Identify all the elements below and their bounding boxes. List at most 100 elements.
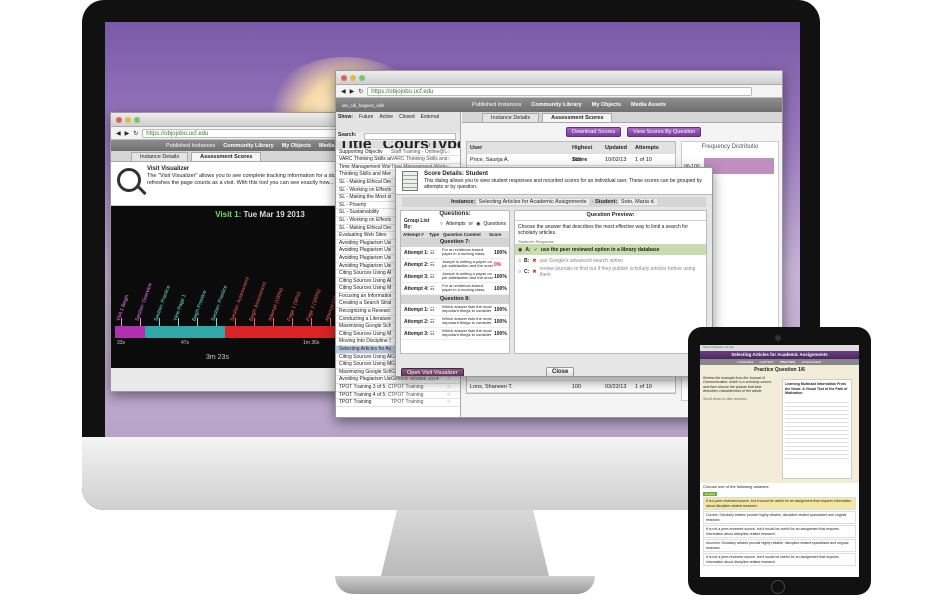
event-label: Section: Assessment [229,276,251,322]
close-icon[interactable] [116,117,122,123]
nav-community[interactable]: Community Library [531,102,581,108]
radio-attempts[interactable]: ○ [440,221,443,227]
magnifier-icon [117,168,141,192]
nav-media[interactable]: Media Assets [631,102,666,108]
nav-community[interactable]: Community Library [223,143,273,149]
filter-external[interactable]: External [421,114,439,130]
back-icon[interactable]: ◀ [341,88,346,95]
nav-published[interactable]: Published Instances [166,143,215,149]
time-overview: 33s [117,340,126,346]
questions-columns: Attempt # Type Question Content Score [401,231,509,238]
list-item[interactable]: Supporting Objectiv Staff Training - Onli… [336,149,460,157]
question-group-header: Question 7: [401,238,509,247]
download-scores-button[interactable]: Download Scores [566,127,622,137]
minimize-icon[interactable] [125,117,131,123]
forward-icon[interactable]: ▶ [350,88,355,95]
open-visualizer-wrap: Open Visit Visualizer [401,361,464,376]
maximize-icon[interactable] [134,117,140,123]
filter-future[interactable]: Future [359,114,373,130]
type-icon: ○ [447,384,451,390]
tab-assessment-scores[interactable]: Assessment Scores [542,113,613,122]
nav-my-objects[interactable]: My Objects [592,102,621,108]
list-item[interactable]: TPOT Training TPOT Training ○ [336,399,460,407]
close-icon[interactable] [341,75,347,81]
answer-choice: ◉ A: ✔ use the peer reviewed option in a li… [515,244,706,255]
tab-instance-details[interactable]: Instance Details [131,152,189,161]
tablet-correct-tag: Correct [703,491,717,496]
reload-icon[interactable]: ↻ [358,88,363,95]
tab-instance-details[interactable]: Instance Details [482,113,540,122]
tablet-answer[interactable]: Incorrect: Scholarly articles provide hi… [703,539,856,552]
tablet-answer[interactable]: Correct: Scholarly articles provide high… [703,511,856,524]
question-type-icon: ☷ [430,249,435,256]
tablet-article-title: Learning Multicast Information From the … [785,382,848,395]
minimize-icon[interactable] [350,75,356,81]
segment-overview [115,326,145,338]
list-item[interactable]: TPOT Training 4 of 5: ChuTPOT Training○ [336,392,460,400]
answer-choice: ○ B: ✖ use Google's advanced search option [518,257,624,264]
tablet-answer[interactable]: It is not a peer-reviewed source, but it… [703,553,856,566]
answer-list: ◉ A: ✔ use the peer reviewed option in a li… [515,244,706,278]
reload-icon[interactable]: ↻ [133,130,138,137]
attempt-row[interactable]: Attempt 2: ☷ Joseph is writing a paper on … [401,259,509,271]
dialog-description: This dialog allows you to view student r… [424,177,702,191]
event-tick [292,318,293,326]
main-nav: ian_cdi_furgeon_edit Published Instances… [336,98,782,112]
list-item[interactable]: Avoiding Plagiarism UsingGeneric Module … [336,376,460,384]
tablet-instructions: Review the example from the Journal of C… [703,375,772,394]
tablet-answer[interactable]: It is a peer-reviewed source, but it wou… [703,497,856,510]
tablet-question-title: Practice Question 1/6 [754,367,805,373]
scores-header: User Highest Score Updated Attempts [467,142,675,163]
forward-icon[interactable]: ▶ [125,130,130,137]
event-tick [121,318,122,326]
attempt-row[interactable]: Attempt 4: ☷ For an evidence-based paper i… [401,283,509,295]
tablet-home-button[interactable] [771,580,785,594]
event-tick [140,318,141,326]
open-visit-visualizer-button[interactable]: Open Visit Visualizer [401,368,464,376]
tablet-question-area: Practice Question 1/6 Review the example… [700,365,859,483]
detail-tabs: Instance Details Assessment Scores [462,112,782,123]
event-tick [216,318,217,326]
segment-practice [145,326,225,338]
maximize-icon[interactable] [359,75,365,81]
list-item[interactable]: TPOT Training 3 of 5: ChuTPOT Training○ [336,384,460,392]
question-groups: Question 7: Attempt 1: ☷ For an evidence-ba… [401,238,509,340]
url-field[interactable]: https://objojobo.ucf.edu [367,86,752,96]
radio-questions[interactable]: ◉ [476,221,480,227]
cross-icon: ✖ [532,257,537,264]
attempt-row[interactable]: Attempt 3: ☷ Joseph is writing a paper on … [401,271,509,283]
score-details-dialog: Score Details: Student This dialog allow… [395,167,713,377]
view-by-question-button[interactable]: View Scores By Question [627,127,702,137]
tablet-answer[interactable]: It is not a peer-reviewed source, but it… [703,525,856,538]
tablet-article-text [785,398,849,459]
event-label: Page 2 (100%) [305,288,323,322]
event-label: Section: Overview [134,282,154,322]
tab-assessment-scores[interactable]: Assessment Scores [191,152,262,161]
event-tick [311,318,312,326]
filter-active[interactable]: Active [379,114,393,130]
show-filters: Show: Future Active Closed External [336,112,460,132]
attempt-row[interactable]: Attempt 1: ☷ For an evidence-based paper i… [401,247,509,259]
attempt-row[interactable]: Attempt 3: ☷ Which answer lists the most i… [401,328,509,340]
table-row[interactable]: Lons, Shaneen T. 100 03/22/13 1 of 10 [467,381,675,393]
instance-value: Selecting Articles for Academic Assignme… [476,199,589,205]
filter-closed[interactable]: Closed [399,114,415,130]
scoresheet-icon [402,171,418,191]
question-type-icon: ☷ [430,330,435,337]
title-bar [336,71,782,85]
close-button[interactable]: Close [546,367,575,376]
show-label: Show: [338,114,353,120]
question-type-icon: ☷ [430,261,435,268]
search-input[interactable] [364,133,456,140]
nav-my-objects[interactable]: My Objects [282,143,311,149]
group-by: Group List By: ○ Attempts or ◉ Questions [404,218,506,230]
table-row[interactable]: Price, Saunja A. 100 10/02/13 1 of 10 [467,154,675,166]
attempt-row[interactable]: Attempt 2: ☷ Which answer lists the most i… [401,316,509,328]
back-icon[interactable]: ◀ [116,130,121,137]
list-item[interactable]: VARC Thinking Skills and VARC Thinking Sk… [336,156,460,164]
nav-published[interactable]: Published Instances [472,102,521,108]
attempt-row[interactable]: Attempt 1: ☷ Which answer lists the most i… [401,304,509,316]
radio-icon: ◉ [518,246,523,253]
preview-title: Question Preview: [515,211,706,220]
dialog-header: Score Details: Student This dialog allow… [396,168,712,195]
